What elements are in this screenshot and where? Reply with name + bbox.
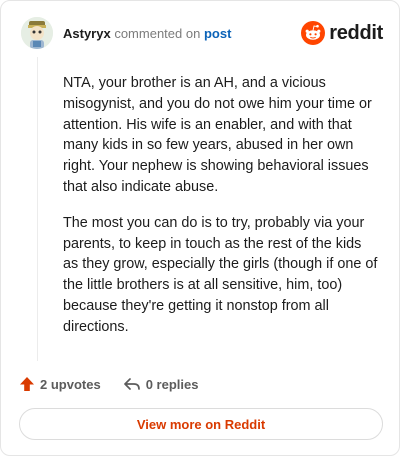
reddit-alien-icon xyxy=(301,21,326,45)
comment-paragraph: The most you can do is to try, probably … xyxy=(63,214,378,335)
comment-meta: Astyryx commented on post xyxy=(63,26,231,42)
upvote-count: 2 upvotes xyxy=(40,376,101,392)
reply-icon xyxy=(123,378,140,390)
comment-actions: 2 upvotes 0 replies xyxy=(19,373,220,395)
avatar-icon xyxy=(21,17,53,49)
user-avatar[interactable] xyxy=(21,17,53,49)
comment-card: Astyryx commented on post reddit NTA, yo… xyxy=(0,0,400,456)
brand-name: reddit xyxy=(329,21,383,44)
upvote-arrow-icon xyxy=(20,377,34,391)
comment-paragraph: NTA, your brother is an AH, and a viciou… xyxy=(63,75,372,195)
comment-header: Astyryx commented on post reddit xyxy=(19,17,383,53)
view-more-button[interactable]: View more on Reddit xyxy=(19,408,383,440)
post-link[interactable]: post xyxy=(204,26,231,41)
upvote-button[interactable]: 2 upvotes xyxy=(19,376,101,392)
reply-count: 0 replies xyxy=(145,376,199,392)
thread-line xyxy=(37,57,38,361)
reply-button[interactable]: 0 replies xyxy=(123,376,199,392)
reddit-logo[interactable]: reddit xyxy=(301,21,383,45)
action-text: commented on xyxy=(114,26,201,41)
comment-body: NTA, your brother is an AH, and a viciou… xyxy=(63,73,379,353)
username[interactable]: Astyryx xyxy=(63,26,111,41)
